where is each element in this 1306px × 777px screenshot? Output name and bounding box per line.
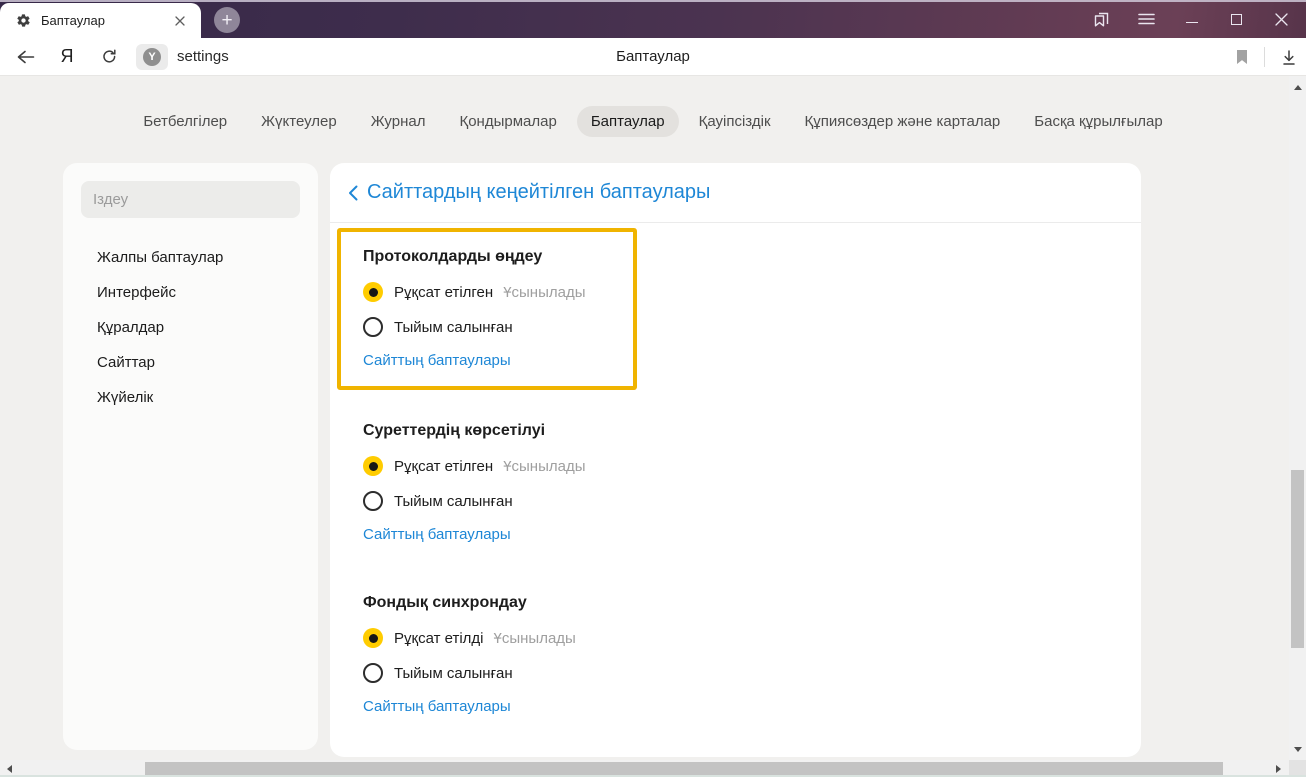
section-title: Протоколдарды өңдеу: [363, 248, 543, 265]
minimize-icon[interactable]: [1169, 0, 1214, 38]
radio-label: Тыйым салынған: [394, 492, 513, 510]
scroll-up-icon[interactable]: [1289, 80, 1306, 94]
site-settings-link[interactable]: Сайттың баптаулары: [363, 698, 511, 715]
section-title: Суреттердің көрсетілуі: [363, 422, 546, 439]
section-options: Рұқсат етілген Ұсынылады Тыйым салынған: [363, 281, 623, 338]
settings-section: Протоколдарды өңдеу Рұқсат етілген Ұсыны…: [337, 228, 637, 390]
recommended-badge: Ұсынылады: [503, 283, 586, 301]
protect-icon: Y: [143, 47, 161, 66]
browser-tab[interactable]: Баптаулар: [0, 3, 201, 38]
radio-label: Рұқсат етілді: [394, 629, 484, 647]
radio-icon[interactable]: [363, 317, 383, 337]
browser-window: Баптаулар + Я Y settings Баптаулар Бетбе…: [0, 0, 1306, 777]
vertical-scroll-thumb[interactable]: [1291, 470, 1304, 648]
radio-label: Тыйым салынған: [394, 318, 513, 336]
refresh-icon[interactable]: [88, 38, 130, 76]
radio-label: Рұқсат етілген: [394, 457, 494, 475]
settings-page: Бетбелгілер Жүктеулер Журнал Қондырмалар Бап…: [0, 76, 1306, 757]
gear-icon: [16, 13, 31, 28]
titlebar: Баптаулар +: [0, 0, 1306, 38]
sidebar-menu: Жалпы баптаулар Интерфейс Құралдар Сайттар Ж…: [81, 240, 300, 415]
sidebar-item-3[interactable]: Сайттар: [81, 345, 300, 380]
sidebar-item-0[interactable]: Жалпы баптаулар: [81, 240, 300, 275]
radio-icon[interactable]: [363, 628, 383, 648]
scroll-down-icon[interactable]: [1289, 742, 1306, 756]
section-back-header[interactable]: Сайттардың кеңейтілген баптаулары: [330, 163, 1141, 222]
nav-tab-3[interactable]: Қондырмалар: [445, 106, 570, 137]
header-divider: [330, 222, 1141, 223]
nav-tab-2[interactable]: Журнал: [357, 106, 440, 137]
nav-tab-1[interactable]: Жүктеулер: [247, 106, 351, 137]
yandex-logo[interactable]: Я: [46, 38, 88, 76]
radio-option[interactable]: Рұқсат етілген Ұсынылады: [363, 281, 623, 303]
side-panel-icon[interactable]: [1079, 0, 1124, 38]
radio-icon[interactable]: [363, 456, 383, 476]
toolbar: Я Y settings Баптаулар: [0, 38, 1306, 76]
nav-tab-0[interactable]: Бетбелгілер: [129, 106, 241, 137]
nav-tab-6[interactable]: Құпиясөздер және карталар: [791, 106, 1015, 137]
radio-label: Рұқсат етілген: [394, 283, 494, 301]
sidebar-item-1[interactable]: Интерфейс: [81, 275, 300, 310]
menu-icon[interactable]: [1124, 0, 1169, 38]
page-title: Сайттардың кеңейтілген баптаулары: [367, 181, 711, 203]
settings-main-panel: Сайттардың кеңейтілген баптаулары Проток…: [330, 163, 1141, 757]
site-settings-link[interactable]: Сайттың баптаулары: [363, 352, 511, 369]
download-icon[interactable]: [1280, 49, 1298, 66]
nav-tab-5[interactable]: Қауіпсіздік: [685, 106, 785, 137]
radio-label: Тыйым салынған: [394, 664, 513, 682]
window-close-icon[interactable]: [1259, 0, 1304, 38]
settings-sections: Протоколдарды өңдеу Рұқсат етілген Ұсыны…: [330, 228, 1141, 716]
nav-tab-4[interactable]: Баптаулар: [576, 106, 679, 137]
settings-nav-tabs: Бетбелгілер Жүктеулер Журнал Қондырмалар Бап…: [0, 76, 1306, 137]
protect-badge[interactable]: Y: [136, 43, 168, 70]
radio-option[interactable]: Рұқсат етілді Ұсынылады: [363, 627, 1141, 649]
url-text[interactable]: settings: [177, 48, 229, 65]
section-title: Фондық синхрондау: [363, 594, 527, 611]
sidebar-item-2[interactable]: Құралдар: [81, 310, 300, 345]
site-settings-link[interactable]: Сайттың баптаулары: [363, 526, 511, 543]
settings-section: Фондық синхрондау Рұқсат етілді Ұсынылад…: [363, 592, 1141, 716]
radio-option[interactable]: Тыйым салынған: [363, 316, 623, 338]
tab-title: Баптаулар: [41, 13, 105, 28]
settings-section: Суреттердің көрсетілуі Рұқсат етілген Ұс…: [363, 420, 1141, 544]
toolbar-right: [1235, 38, 1298, 76]
recommended-badge: Ұсынылады: [493, 629, 576, 647]
maximize-icon[interactable]: [1214, 0, 1259, 38]
window-controls: [1079, 0, 1304, 38]
bookmark-icon[interactable]: [1235, 49, 1249, 65]
search-input[interactable]: [81, 181, 300, 218]
settings-sidebar: Жалпы баптауларИнтерфейсҚұралдарСайттарЖ…: [63, 163, 318, 750]
radio-icon[interactable]: [363, 663, 383, 683]
nav-tab-7[interactable]: Басқа құрылғылар: [1020, 106, 1176, 137]
new-tab-button[interactable]: +: [214, 7, 240, 33]
section-options: Рұқсат етілді Ұсынылады Тыйым салынған: [363, 627, 1141, 684]
radio-option[interactable]: Тыйым салынған: [363, 662, 1141, 684]
recommended-badge: Ұсынылады: [503, 457, 586, 475]
section-options: Рұқсат етілген Ұсынылады Тыйым салынған: [363, 455, 1141, 512]
toolbar-divider: [1264, 47, 1265, 67]
sidebar-item-4[interactable]: Жүйелік: [81, 380, 300, 415]
back-chevron-icon: [347, 184, 359, 202]
horizontal-scroll-thumb[interactable]: [145, 762, 1223, 775]
radio-icon[interactable]: [363, 491, 383, 511]
back-icon[interactable]: [4, 38, 46, 76]
radio-option[interactable]: Рұқсат етілген Ұсынылады: [363, 455, 1141, 477]
vertical-scrollbar[interactable]: [1289, 76, 1306, 760]
radio-icon[interactable]: [363, 282, 383, 302]
tab-close-icon[interactable]: [171, 12, 189, 30]
radio-option[interactable]: Тыйым салынған: [363, 490, 1141, 512]
